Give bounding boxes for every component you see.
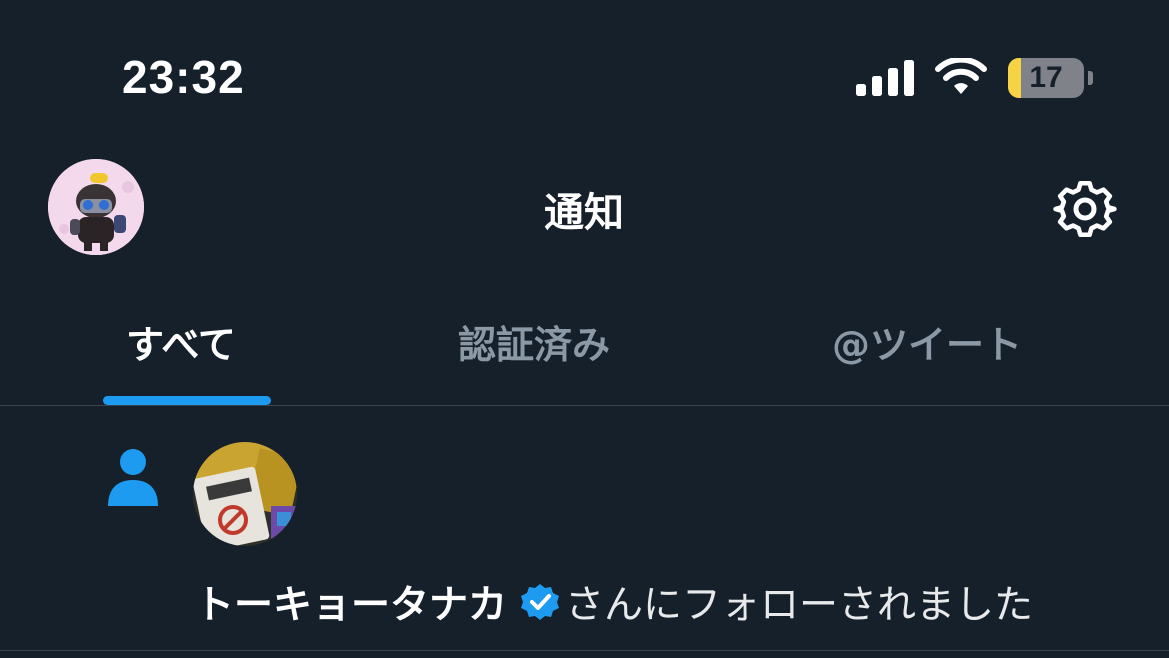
status-time: 23:32	[122, 51, 245, 103]
battery-icon: 17	[1008, 58, 1094, 98]
active-tab-indicator	[103, 396, 271, 405]
page-title: 通知	[544, 190, 624, 236]
notifications-screen: 23:32 17 通知 すべて 認証済み @ツイート トーキョータナカ さんにフ…	[0, 0, 1169, 658]
follower-avatar-illustration	[193, 442, 297, 546]
follower-avatar[interactable]	[193, 442, 297, 546]
battery-tip	[1088, 71, 1093, 85]
avatar-illustration	[48, 159, 144, 255]
signal-icon	[856, 60, 914, 96]
person-icon	[108, 449, 158, 506]
verified-badge-icon	[521, 584, 560, 620]
gear-icon[interactable]	[1052, 176, 1118, 242]
user-name[interactable]: トーキョータナカ	[195, 574, 507, 630]
tab-mentions[interactable]: @ツイート	[832, 314, 1022, 369]
battery-body: 17	[1008, 58, 1084, 98]
tab-all[interactable]: すべて	[126, 314, 236, 369]
notification-message: さんにフォローされました	[565, 583, 1034, 628]
profile-avatar[interactable]	[48, 159, 144, 255]
wifi-icon	[935, 58, 987, 94]
notification-item[interactable]: トーキョータナカ さんにフォローされました	[0, 406, 1169, 650]
tab-bar: すべて 認証済み @ツイート	[0, 300, 1169, 406]
notification-text: トーキョータナカ さんにフォローされました	[195, 574, 1033, 630]
tab-verified[interactable]: 認証済み	[458, 314, 610, 369]
battery-level: 17	[1029, 61, 1063, 94]
row-divider	[0, 650, 1169, 651]
